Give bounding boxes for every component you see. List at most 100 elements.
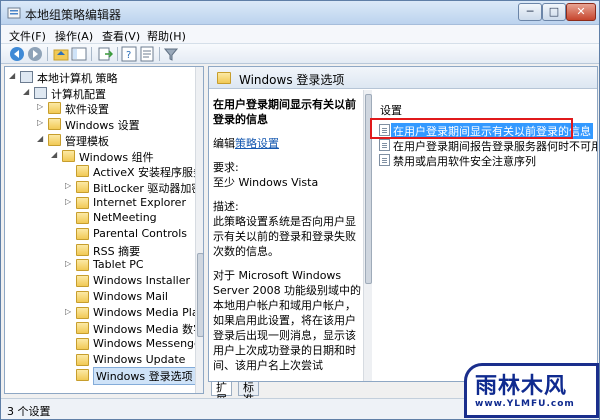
folder-icon [76,337,89,350]
folder-icon [76,322,89,335]
window-title: 本地组策略编辑器 [25,8,122,22]
svg-text:?: ? [126,50,131,61]
tree-scroll-thumb[interactable] [197,253,203,337]
expand-arrow-icon[interactable]: ▷ [37,118,47,127]
description-label: 描述: [213,200,239,213]
expand-arrow-icon[interactable]: ▷ [65,307,75,316]
maximize-button[interactable]: □ [542,3,566,21]
expand-arrow-icon[interactable]: ▷ [65,259,75,268]
edit-policy-link[interactable]: 策略设置 [235,137,279,150]
tree-item-label: BitLocker 驱动器加密 [93,181,203,195]
toolbar-separator [159,47,160,61]
folder-icon [76,369,89,382]
setting-label: 在用户登录期间报告登录服务器何时不可用 [393,140,598,153]
menu-file[interactable]: 文件(F) [9,28,46,44]
setting-label: 禁用或启用软件安全注意序列 [393,155,536,168]
tab-standard[interactable]: 标准 [238,382,259,406]
tree-item[interactable]: ◢ 计算机配置 [5,86,195,101]
properties-icon[interactable] [139,46,155,62]
settings-column-header[interactable]: 设置 [380,102,402,118]
details-pane: Windows 登录选项 在用户登录期间显示有关以前登录的信息 编辑策略设置 要… [208,66,598,382]
title-bar[interactable]: 本地组策略编辑器 ─ □ ✕ [1,1,599,25]
computer-policy-icon [20,71,33,83]
folder-icon [76,353,89,366]
menu-view[interactable]: 查看(V) [102,28,140,44]
folder-icon [62,149,75,162]
tree-item[interactable]: ▷ Windows 设置 [5,117,195,132]
tree-item-label: Internet Explorer [93,195,186,209]
expand-arrow-icon[interactable]: ▷ [65,197,75,206]
tree-item[interactable]: Windows Update [5,353,195,368]
description-text: 此策略设置系统是否向用户显示有关以前的登录和登录失败次数的信息。 [213,215,356,258]
tree-item[interactable]: ▷ Tablet PC [5,258,195,273]
watermark-logo: 雨林木风 www.YLMFU.com [464,363,599,418]
collapse-arrow-icon[interactable]: ◢ [51,150,61,159]
up-folder-icon[interactable] [53,46,69,62]
collapse-arrow-icon[interactable]: ◢ [23,87,33,96]
edit-prefix: 编辑 [213,137,235,150]
tree-item[interactable]: ▷ 软件设置 [5,101,195,116]
policy-title: 在用户登录期间显示有关以前登录的信息 [213,98,356,126]
tree-item[interactable]: Windows 登录选项 [5,367,196,386]
toolbar-separator [47,47,48,61]
tree-item[interactable]: Windows Installer [5,274,195,289]
tree-item[interactable]: Parental Controls [5,227,195,242]
show-hide-tree-icon[interactable] [71,46,87,62]
status-text: 3 个设置 [7,405,51,418]
export-list-icon[interactable] [97,46,113,62]
tree-item[interactable]: NetMeeting [5,211,195,226]
policy-tree[interactable]: ◢ 本地计算机 策略 ◢ 计算机配置 ▷ 软件设置 ▷ Windows 设置 ◢ 管理模板 ◢ Win… [4,66,204,394]
filter-icon[interactable] [163,46,179,62]
tree-item-label: Windows Mail [93,289,168,303]
tree-item[interactable]: ▷ Internet Explorer [5,196,195,211]
more-description-text: 对于 Microsoft Windows Server 2008 功能级别域中的… [213,269,362,372]
requirements-block: 要求: 至少 Windows Vista [213,160,363,190]
tree-item[interactable]: ▷ BitLocker 驱动器加密 [5,180,202,195]
tree-item-label: Tablet PC [93,258,144,272]
help-icon[interactable]: ? [121,46,137,62]
description-panel: 在用户登录期间显示有关以前登录的信息 编辑策略设置 要求: 至少 Windows… [209,90,377,381]
computer-icon [34,86,47,99]
minimize-button[interactable]: ─ [518,3,542,21]
requirements-label: 要求: [213,161,239,174]
tree-item[interactable]: ◢ 管理模板 [5,133,195,148]
tree-item-label: Windows 设置 [65,119,140,133]
tree-item-label: 计算机配置 [51,87,106,101]
tree-item[interactable]: ▷ Windows Media Player [5,306,203,321]
details-header: Windows 登录选项 [209,67,597,89]
tree-scrollbar[interactable] [195,67,203,393]
tab-extended[interactable]: 扩展 [211,382,232,406]
tree-item[interactable]: ActiveX 安装程序服务 [5,164,203,179]
tree-item[interactable]: Windows Media 数字权 [5,321,203,336]
tree-item[interactable]: Windows Mail [5,290,195,305]
menu-action[interactable]: 操作(A) [55,28,93,44]
watermark-text: 雨林木风 [475,373,568,399]
tree-item-label: Windows Media Player [93,305,203,319]
folder-icon [217,72,231,84]
back-arrow-icon[interactable] [9,46,25,62]
folder-icon [76,196,89,209]
tree-item[interactable]: RSS 摘要 [5,243,195,258]
folder-icon [76,275,89,288]
toolbar: ? [1,44,599,64]
tree-item-label: Windows 组件 [79,150,154,164]
tree-item-label: NetMeeting [93,211,157,225]
tree-item[interactable]: ◢ 本地计算机 策略 [5,70,195,85]
collapse-arrow-icon[interactable]: ◢ [9,71,19,80]
close-button[interactable]: ✕ [566,3,596,21]
policy-setting-icon [379,154,390,166]
tree-item[interactable]: ◢ Windows 组件 [5,149,195,164]
folder-icon [76,259,89,272]
toolbar-separator [91,47,92,61]
expand-arrow-icon[interactable]: ▷ [37,102,47,111]
menu-help[interactable]: 帮助(H) [147,28,186,44]
folder-icon [48,118,61,131]
menu-bar: 文件(F) 操作(A) 查看(V) 帮助(H) [1,25,599,44]
folder-icon [76,306,89,319]
folder-icon [76,212,89,225]
tree-item[interactable]: Windows Messenger [5,337,203,352]
group-policy-app-icon [7,7,21,19]
expand-arrow-icon[interactable]: ▷ [65,181,75,190]
collapse-arrow-icon[interactable]: ◢ [37,134,47,143]
forward-arrow-icon[interactable] [27,46,43,62]
